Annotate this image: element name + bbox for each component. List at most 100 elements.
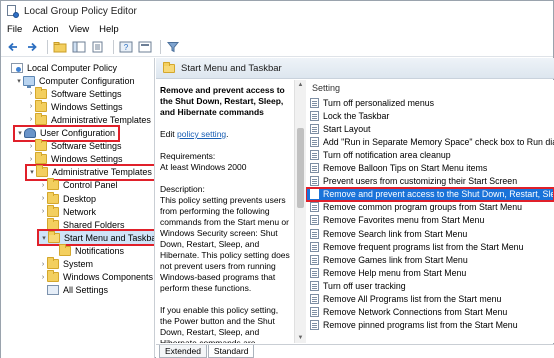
toolbar-separator	[47, 39, 48, 54]
collapsed-arrow-icon[interactable]: ›	[27, 140, 35, 153]
description-extra-text: If you enable this policy setting, the P…	[160, 305, 279, 343]
expanded-arrow-icon[interactable]: ▾	[40, 231, 48, 244]
expanded-arrow-icon[interactable]: ▾	[15, 74, 23, 87]
setting-row[interactable]: Remove Favorites menu from Start Menu	[306, 214, 554, 227]
setting-row[interactable]: Remove Games link from Start Menu	[306, 253, 554, 266]
filter-icon[interactable]	[165, 39, 181, 55]
collapsed-arrow-icon[interactable]: ›	[27, 153, 35, 166]
group-policy-app-icon	[6, 5, 19, 18]
tree-item[interactable]: › Windows Components	[39, 270, 154, 284]
setting-row[interactable]: Lock the Taskbar	[306, 109, 554, 122]
tree-item-label: Shared Folders	[63, 219, 125, 230]
user-icon	[24, 128, 36, 138]
tree-item-label: Software Settings	[51, 88, 122, 99]
setting-label: Remove Help menu from Start Menu	[323, 267, 467, 278]
tree-item[interactable]: ▾ Computer Configuration	[15, 74, 138, 88]
setting-row[interactable]: Add "Run in Separate Memory Space" check…	[306, 135, 554, 148]
policy-setting-icon	[310, 254, 319, 265]
policy-setting-icon	[310, 267, 319, 278]
back-arrow-icon[interactable]	[5, 39, 21, 55]
folder-icon	[47, 178, 59, 191]
collapsed-arrow-icon[interactable]: ›	[27, 113, 35, 126]
setting-row[interactable]: Turn off personalized menus	[306, 96, 554, 109]
setting-row[interactable]: Remove Balloon Tips on Start Menu items	[306, 162, 554, 175]
tree-item[interactable]: All Settings	[39, 284, 111, 297]
folder-icon	[163, 61, 175, 73]
folder-up-icon[interactable]	[52, 39, 68, 55]
setting-row[interactable]: Remove Help menu from Start Menu	[306, 266, 554, 279]
setting-row[interactable]: Prevent users from customizing their Sta…	[306, 175, 554, 188]
tab-standard[interactable]: Standard	[207, 345, 255, 358]
setting-row[interactable]: Remove pinned programs list from the Sta…	[306, 319, 554, 332]
collapsed-arrow-icon[interactable]: ›	[39, 258, 47, 271]
folder-icon	[47, 204, 59, 217]
scroll-up-icon[interactable]: ▲	[295, 80, 306, 90]
collapsed-arrow-icon[interactable]: ›	[27, 87, 35, 100]
main-window: Local Group Policy Editor File Action Vi…	[0, 0, 554, 358]
tree-item[interactable]: › Control Panel	[39, 178, 121, 192]
setting-label: Lock the Taskbar	[323, 110, 390, 121]
setting-label: Remove pinned programs list from the Sta…	[323, 320, 518, 331]
setting-label: Remove Favorites menu from Start Menu	[323, 215, 485, 226]
setting-label: Turn off personalized menus	[323, 97, 435, 108]
computer-icon	[23, 75, 35, 88]
tree-item[interactable]: › Desktop	[39, 191, 99, 205]
export-list-icon[interactable]	[90, 39, 106, 55]
tree-item[interactable]: › Network	[39, 204, 99, 218]
setting-row[interactable]: Remove All Programs list from the Start …	[306, 293, 554, 306]
edit-policy-link[interactable]: policy setting	[177, 129, 226, 139]
folder-icon	[35, 86, 47, 99]
highlighted-tree-item: ▾ Administrative Templates	[25, 163, 154, 181]
forward-arrow-icon[interactable]	[24, 39, 40, 55]
collapsed-arrow-icon[interactable]: ›	[39, 179, 47, 192]
tree-item[interactable]: › Software Settings	[27, 86, 125, 100]
menu-action[interactable]: Action	[32, 24, 58, 35]
tree-item[interactable]: ▾ User Configuration	[12, 124, 121, 142]
tree-item[interactable]: › Administrative Templates	[27, 112, 154, 126]
folder-icon	[36, 165, 48, 178]
tree-item[interactable]: › System	[39, 257, 96, 271]
tree-item[interactable]: Local Computer Policy	[3, 61, 120, 74]
help-icon[interactable]: ?	[118, 39, 134, 55]
policy-setting-icon	[310, 176, 319, 187]
setting-row[interactable]: Turn off notification area cleanup	[306, 148, 554, 161]
selected-setting-row[interactable]: Remove and prevent access to the Shut Do…	[306, 186, 554, 202]
properties-icon[interactable]	[137, 39, 153, 55]
setting-row[interactable]: Remove frequent programs list from the S…	[306, 240, 554, 253]
tree-item[interactable]: ▾ Start Menu and Taskbar	[36, 229, 154, 247]
show-hide-tree-icon[interactable]	[71, 39, 87, 55]
setting-row[interactable]: Start Layout	[306, 122, 554, 135]
tree-item[interactable]: Shared Folders	[39, 217, 128, 231]
scroll-down-icon[interactable]: ▼	[295, 333, 306, 343]
tree-item[interactable]: › Windows Settings	[27, 152, 126, 166]
policy-setting-icon	[310, 149, 319, 160]
column-header-setting[interactable]: Setting	[306, 80, 554, 96]
scrollbar-thumb[interactable]	[297, 128, 304, 208]
tree-item[interactable]: ▾ Administrative Templates	[25, 163, 154, 181]
settings-list: Setting Turn off personalized menus Lock …	[306, 80, 554, 343]
collapsed-arrow-icon[interactable]: ›	[39, 205, 47, 218]
vertical-scrollbar[interactable]: ▲ ▼	[294, 80, 306, 343]
menu-help[interactable]: Help	[99, 24, 119, 35]
tree-item[interactable]: Notifications	[51, 243, 127, 257]
setting-label: Turn off user tracking	[323, 280, 406, 291]
menu-file[interactable]: File	[7, 24, 22, 35]
setting-row[interactable]: Remove Search link from Start Menu	[306, 227, 554, 240]
title-bar: Local Group Policy Editor	[1, 1, 553, 21]
collapsed-arrow-icon[interactable]: ›	[39, 271, 47, 284]
menu-view[interactable]: View	[69, 24, 89, 35]
tab-extended[interactable]: Extended	[159, 345, 207, 358]
tree-item[interactable]: › Windows Settings	[27, 99, 126, 113]
setting-row[interactable]: Remove Network Connections from Start Me…	[306, 306, 554, 319]
collapsed-arrow-icon[interactable]: ›	[39, 192, 47, 205]
setting-label: Remove Balloon Tips on Start Menu items	[323, 163, 488, 173]
expanded-arrow-icon[interactable]: ▾	[28, 166, 36, 179]
expanded-arrow-icon[interactable]: ▾	[16, 127, 24, 140]
collapsed-arrow-icon[interactable]: ›	[27, 100, 35, 113]
policy-setting-icon	[310, 215, 319, 226]
setting-row[interactable]: Remove common program groups from Start …	[306, 201, 554, 214]
tree-item[interactable]: › Software Settings	[27, 139, 125, 153]
setting-row[interactable]: Turn off user tracking	[306, 279, 554, 292]
all-settings-icon	[47, 285, 59, 296]
